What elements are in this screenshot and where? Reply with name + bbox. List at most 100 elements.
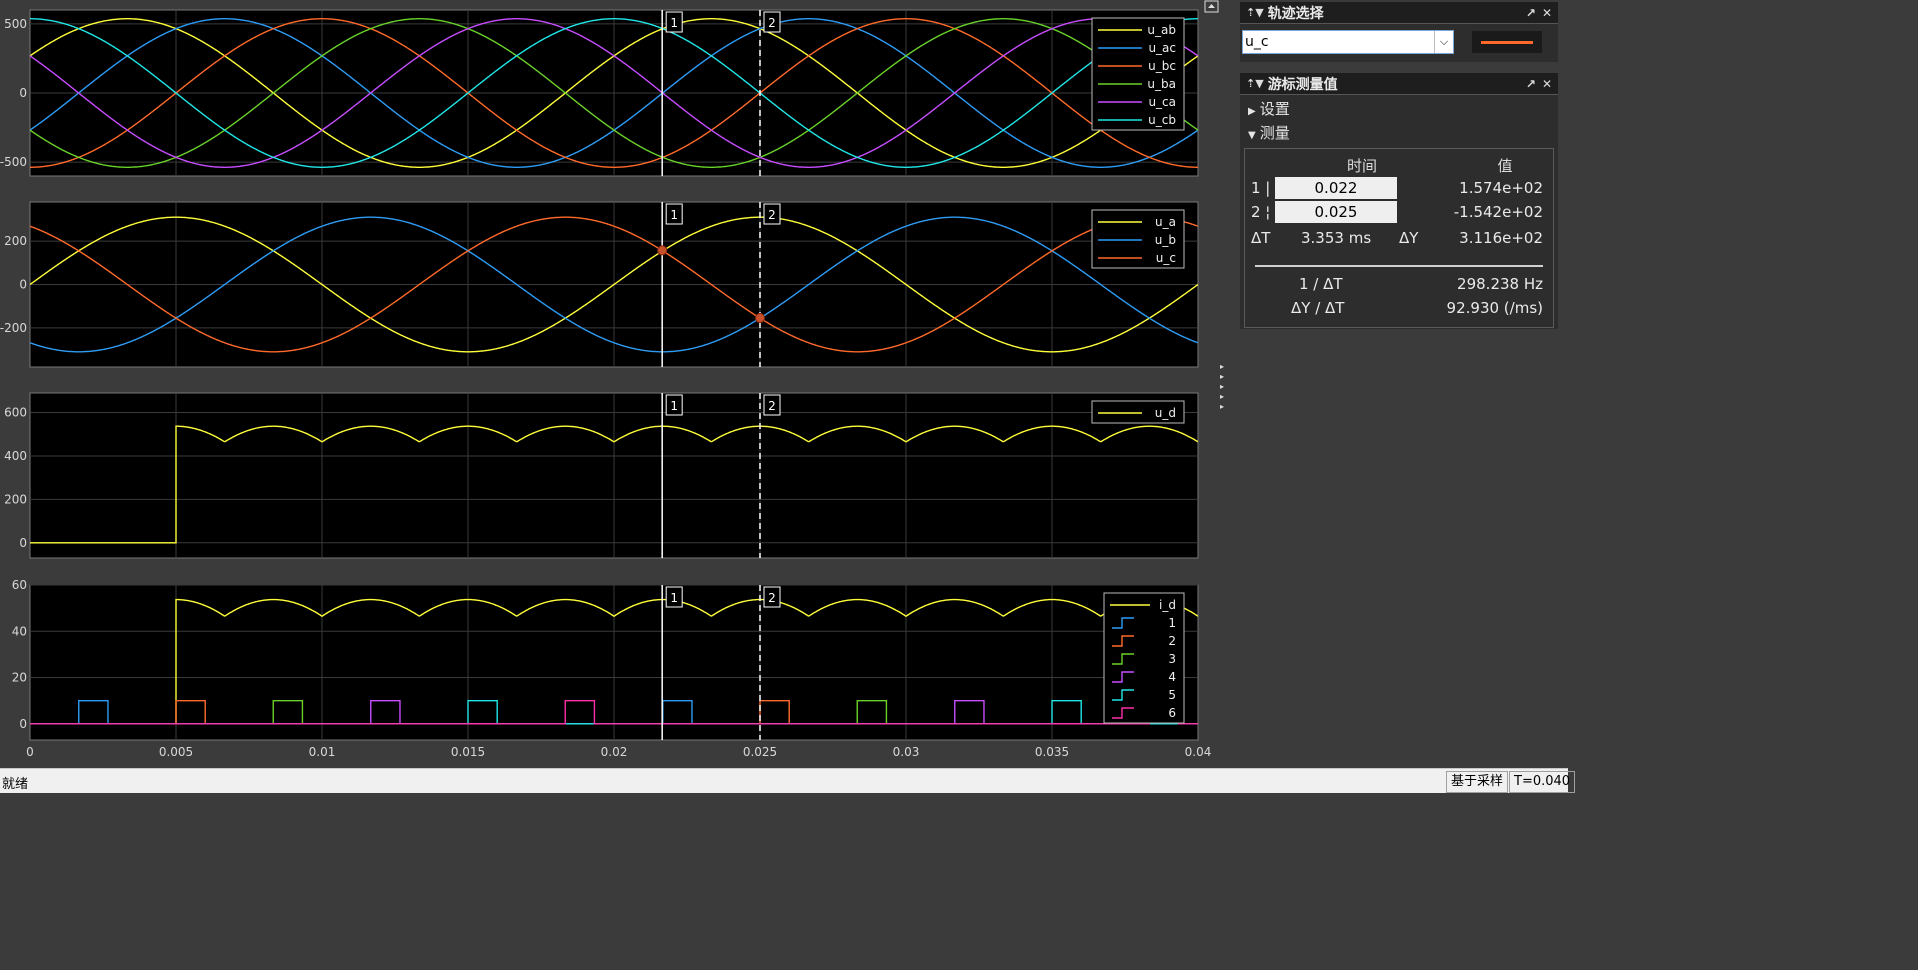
trace-select[interactable]: u_c ⌵ (1242, 30, 1454, 54)
cursor-marker (755, 312, 765, 323)
cursor-marker (657, 245, 668, 256)
cursor1-tag[interactable]: 1 (665, 203, 683, 225)
legend[interactable]: u_d (1091, 400, 1185, 424)
cursor-measurements-panel: ⇡▼ 游标测量值 ↗ ✕ ▶ 设置 ▼ 测量 时间 值 1 | 0.022 1.57… (1240, 73, 1558, 329)
close-icon[interactable]: ✕ (1542, 77, 1552, 91)
trace-panel-header: ⇡▼ 轨迹选择 ↗ ✕ (1240, 2, 1558, 24)
inverse-dt-row: 1 / ΔT 298.238 Hz (1245, 273, 1553, 295)
x-tick-label: 0.03 (893, 745, 920, 759)
legend-label: u_ac (1148, 41, 1176, 55)
trace-color-line (1481, 40, 1533, 44)
scope-plot-3[interactable]: 600 400 200 0 1 2 u_d (4, 392, 1199, 559)
delta-y-value: 3.116e+02 (1459, 229, 1543, 247)
status-sample-mode: 基于采样 (1446, 771, 1509, 793)
legend-label: u_d (1155, 406, 1176, 420)
value-column-header: 值 (1497, 157, 1513, 175)
cursor2-time-field[interactable]: 0.025 (1275, 201, 1397, 223)
legend-label: 1 (1168, 616, 1176, 630)
scope-plot-2[interactable]: 200 0 -200 1 2 u_a u_b u_c (0, 201, 1199, 368)
settings-section-toggle[interactable]: ▶ 设置 (1240, 95, 1558, 122)
svg-text:1: 1 (670, 208, 678, 222)
dydt-label: ΔY / ΔT (1291, 299, 1345, 317)
scope-display[interactable]: 500 0 -500 1 2 u_ab u_ac u_bc u_ba u_ca u_cb 200 0 -2… (0, 0, 1230, 768)
y-tick-label: 400 (4, 449, 27, 463)
measure-section-toggle[interactable]: ▼ 测量 (1240, 122, 1558, 146)
legend-label: u_cb (1148, 113, 1176, 127)
y-tick-label: -200 (0, 321, 27, 335)
legend-label: u_a (1155, 215, 1176, 229)
scope-plots[interactable]: 5000-5001 2 u_abu_acu_bcu_bau_cau_cb2000-2… (0, 0, 1230, 768)
cursor1-tag[interactable]: 1 (665, 11, 683, 33)
svg-text:1: 1 (670, 399, 678, 413)
inverse-dt-label: 1 / ΔT (1299, 275, 1343, 293)
cursor1-time-field[interactable]: 0.022 (1275, 177, 1397, 199)
undock-icon[interactable]: ↗ (1526, 77, 1536, 91)
legend[interactable]: u_ab u_ac u_bc u_ba u_ca u_cb (1091, 17, 1185, 131)
close-icon[interactable]: ✕ (1542, 6, 1552, 20)
legend-label: u_ba (1147, 77, 1176, 91)
legend-label: u_b (1155, 233, 1176, 247)
svg-text:2: 2 (768, 399, 776, 413)
delta-row: ΔT 3.353 ms ΔY 3.116e+02 (1245, 227, 1553, 249)
svg-text:1: 1 (670, 16, 678, 30)
legend-label: u_bc (1148, 59, 1176, 73)
cursor1-tag[interactable]: 1 (665, 394, 683, 416)
legend-label: 6 (1168, 706, 1176, 720)
y-tick-label: 0 (19, 536, 27, 550)
legend[interactable]: u_a u_b u_c (1091, 209, 1185, 269)
cursor1-row: 1 | 0.022 1.574e+02 (1245, 177, 1553, 199)
legend-label: 5 (1168, 688, 1176, 702)
legend-label: i_d (1159, 598, 1176, 612)
undock-icon[interactable]: ↗ (1526, 6, 1536, 20)
scope-plot-1[interactable]: 500 0 -500 1 2 u_ab u_ac u_bc u_ba u_ca u_cb (0, 9, 1199, 177)
dydt-row: ΔY / ΔT 92.930 (/ms) (1245, 297, 1553, 319)
y-tick-label: 600 (4, 406, 27, 420)
pin-icon[interactable]: ⇡▼ (1246, 77, 1264, 90)
y-tick-label: 500 (4, 17, 27, 31)
cursor2-tag[interactable]: 2 (763, 586, 781, 608)
x-tick-label: 0.02 (601, 745, 628, 759)
delta-t-value: 3.353 ms (1301, 229, 1372, 247)
measure-panel-title: 游标测量值 (1267, 76, 1338, 93)
status-time: T=0.040 (1509, 771, 1576, 793)
x-tick-label: 0.005 (159, 745, 193, 759)
legend[interactable]: i_d 1 2 3 4 5 6 (1103, 592, 1185, 724)
cursor1-tag[interactable]: 1 (665, 586, 683, 608)
legend-label: u_c (1156, 251, 1176, 265)
cursor2-tag[interactable]: 2 (763, 203, 781, 225)
legend-label: 4 (1168, 670, 1176, 684)
pin-icon[interactable]: ⇡▼ (1246, 6, 1264, 19)
measure-panel-header: ⇡▼ 游标测量值 ↗ ✕ (1240, 73, 1558, 95)
chevron-down-icon[interactable]: ⌵ (1434, 31, 1453, 53)
status-bar: 就绪 基于采样 T=0.040 (0, 768, 1576, 793)
y-tick-label: 200 (4, 492, 27, 506)
svg-text:1: 1 (670, 591, 678, 605)
settings-label: 设置 (1259, 100, 1290, 118)
measurement-table: 时间 值 1 | 0.022 1.574e+02 2 ¦ 0.025 -1.54… (1244, 148, 1554, 328)
y-tick-label: -500 (0, 155, 27, 169)
panel-collapse-grip[interactable]: ▸ ▸ ▸ ▸ ▸ (1220, 362, 1230, 411)
trace-color-swatch[interactable] (1472, 31, 1542, 53)
inverse-dt-value: 298.238 Hz (1457, 275, 1543, 293)
dydt-value: 92.930 (/ms) (1446, 299, 1543, 317)
x-tick-label: 0.035 (1035, 745, 1069, 759)
triangle-down-icon: ▼ (1248, 130, 1256, 141)
delta-y-label: ΔY (1399, 229, 1419, 247)
svg-text:2: 2 (768, 591, 776, 605)
y-tick-label: 0 (19, 278, 27, 292)
svg-text:2: 2 (768, 16, 776, 30)
trace-panel-title: 轨迹选择 (1267, 5, 1324, 22)
trace-select-value: u_c (1245, 34, 1269, 50)
time-column-header: 时间 (1346, 157, 1377, 175)
scope-plot-4[interactable]: 60 40 20 0 1 2 i_d 1 2 3 4 5 6 (12, 578, 1199, 741)
legend-label: 2 (1168, 634, 1176, 648)
legend-label: 3 (1168, 652, 1176, 666)
cursor2-value: -1.542e+02 (1453, 203, 1543, 221)
x-tick-label: 0.04 (1185, 745, 1212, 759)
cursor2-tag[interactable]: 2 (763, 11, 781, 33)
trace-selection-panel: ⇡▼ 轨迹选择 ↗ ✕ u_c ⌵ (1240, 2, 1558, 62)
cursor2-label: 2 ¦ (1251, 203, 1271, 221)
status-ready: 就绪 (2, 777, 29, 792)
cursor2-tag[interactable]: 2 (763, 394, 781, 416)
y-tick-label: 20 (12, 671, 27, 685)
